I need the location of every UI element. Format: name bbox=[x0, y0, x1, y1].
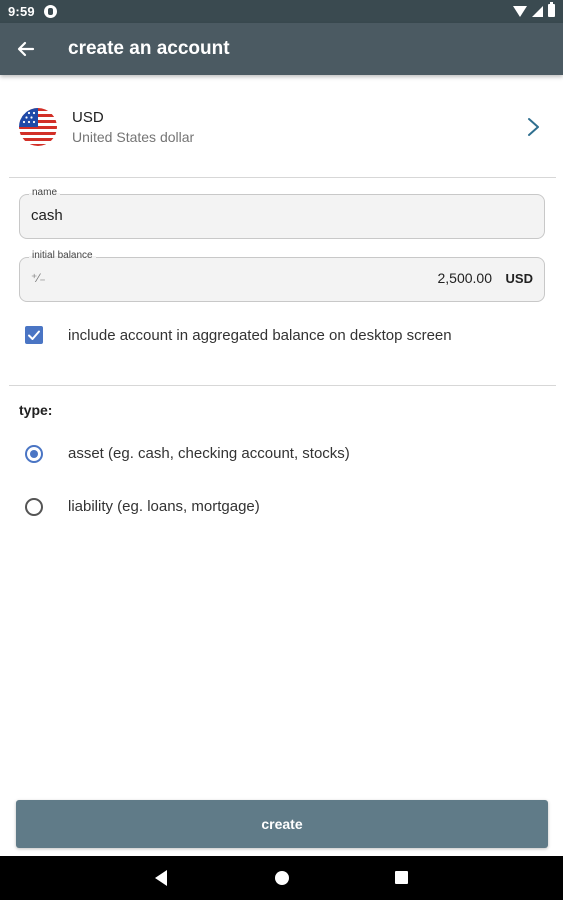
status-time: 9:59 bbox=[8, 4, 35, 19]
page-title: create an account bbox=[68, 38, 230, 59]
battery-icon bbox=[548, 2, 555, 17]
currency-code: USD bbox=[72, 109, 104, 126]
arrow-back-icon bbox=[17, 41, 35, 57]
divider bbox=[9, 385, 556, 386]
aggregate-balance-checkbox[interactable] bbox=[25, 326, 43, 344]
radio-selected-dot bbox=[30, 450, 38, 458]
balance-currency-unit: USD bbox=[505, 271, 533, 286]
name-field-label: name bbox=[29, 187, 61, 198]
back-button[interactable] bbox=[10, 34, 42, 64]
nav-back-icon[interactable] bbox=[155, 870, 167, 886]
divider bbox=[9, 177, 556, 178]
status-bar: 9:59 bbox=[0, 0, 563, 23]
us-flag-icon bbox=[19, 108, 57, 146]
chevron-right-icon bbox=[528, 118, 539, 136]
type-section-label: type: bbox=[19, 402, 53, 418]
initial-balance-field[interactable]: initial balance ⁺⁄₋ 2,500.00 USD bbox=[19, 250, 545, 302]
wifi-icon bbox=[513, 5, 527, 17]
status-icons bbox=[513, 2, 555, 17]
create-button[interactable]: create bbox=[16, 800, 548, 848]
radio-liability[interactable] bbox=[25, 498, 43, 516]
radio-liability-label[interactable]: liability (eg. loans, mortgage) bbox=[68, 498, 260, 515]
initial-balance-label: initial balance bbox=[29, 250, 96, 261]
radio-asset[interactable] bbox=[25, 445, 43, 463]
navigation-bar bbox=[0, 856, 563, 900]
name-field-value: cash bbox=[31, 207, 63, 224]
app-bar: create an account bbox=[0, 23, 563, 75]
radio-asset-label[interactable]: asset (eg. cash, checking account, stock… bbox=[68, 445, 350, 462]
aggregate-balance-label[interactable]: include account in aggregated balance on… bbox=[68, 327, 452, 344]
currency-name: United States dollar bbox=[72, 129, 195, 145]
name-field[interactable]: name cash bbox=[19, 187, 545, 239]
currency-selector[interactable]: USD United States dollar bbox=[0, 96, 563, 160]
notification-app-icon bbox=[44, 5, 57, 18]
nav-home-icon[interactable] bbox=[275, 871, 289, 885]
check-icon bbox=[28, 330, 40, 340]
nav-recents-icon[interactable] bbox=[395, 871, 408, 884]
plus-minus-icon[interactable]: ⁺⁄₋ bbox=[31, 271, 46, 285]
signal-icon bbox=[532, 5, 543, 17]
balance-amount: 2,500.00 bbox=[437, 270, 493, 286]
